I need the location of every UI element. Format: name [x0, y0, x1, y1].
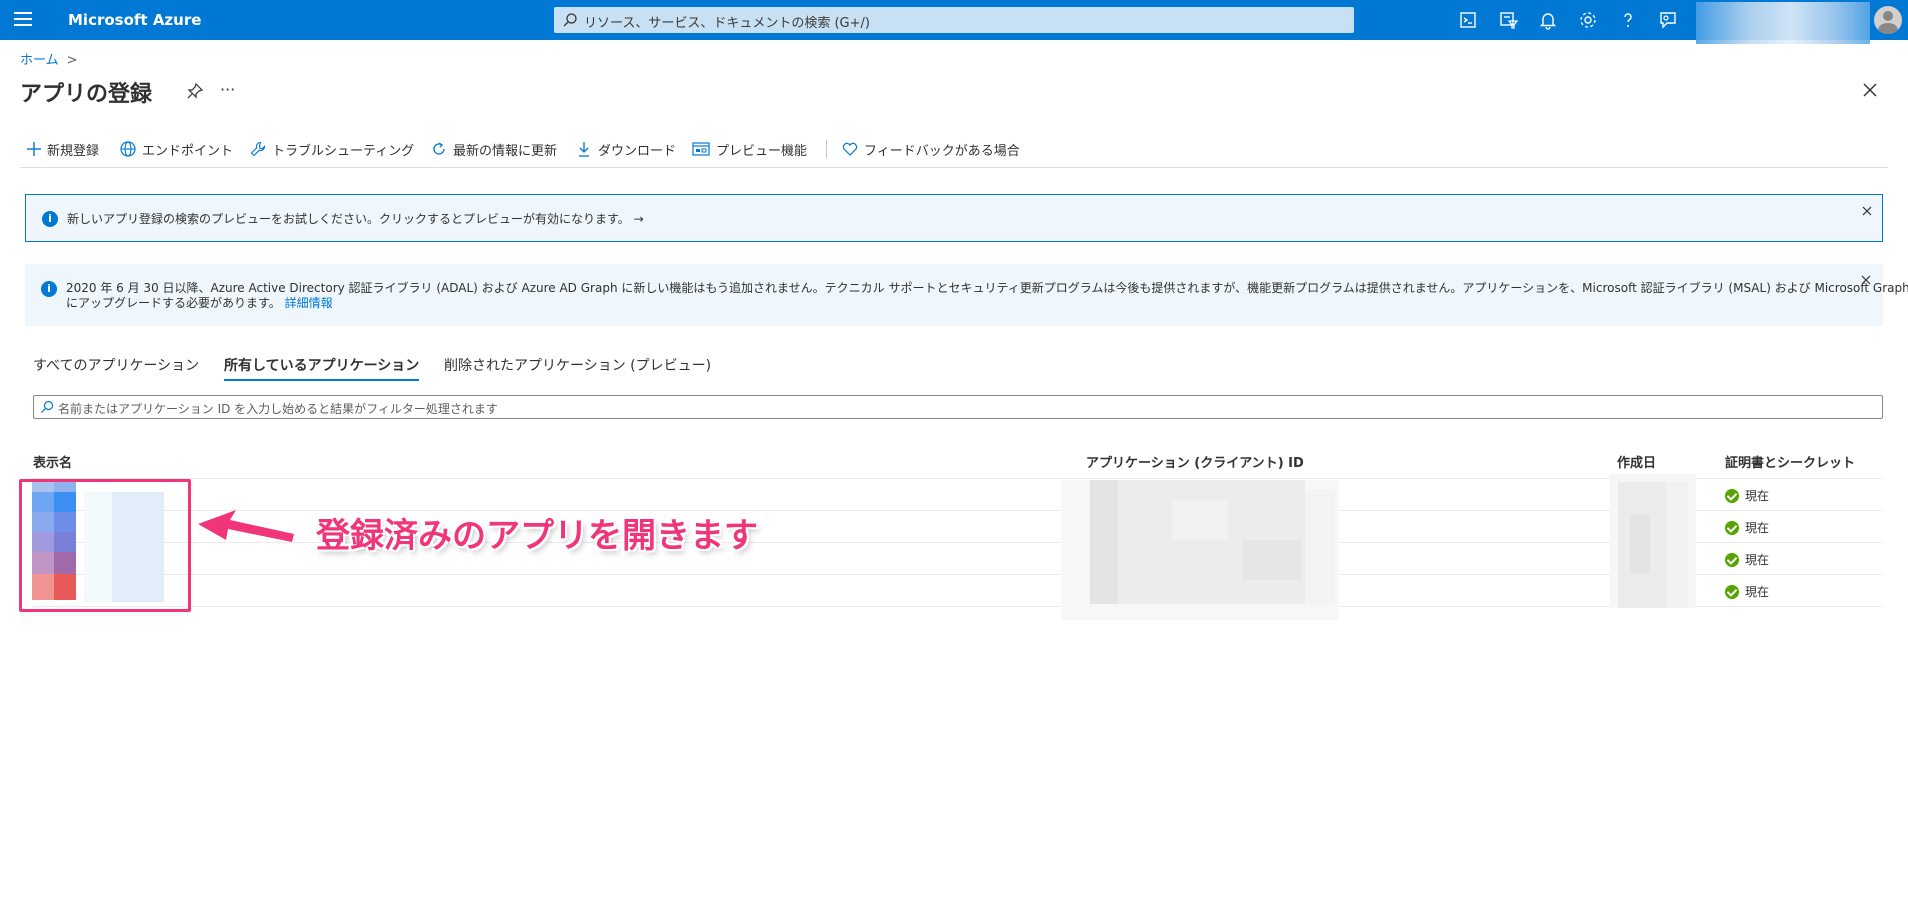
- endpoints-button[interactable]: エンドポイント: [120, 138, 233, 160]
- check-circle-icon: [1725, 520, 1739, 535]
- add-icon: [27, 142, 41, 156]
- cert-status[interactable]: 現在: [1745, 487, 1769, 504]
- top-bar: Microsoft Azure リソース、サービス、ドキュメントの検索 (G+/…: [0, 0, 1908, 44]
- header-divider: [33, 478, 1883, 479]
- toolbar-divider: [826, 140, 827, 158]
- column-header-display-name[interactable]: 表示名: [33, 452, 72, 471]
- help-icon[interactable]: [1616, 8, 1640, 32]
- globe-icon: [120, 141, 136, 157]
- column-header-created[interactable]: 作成日: [1617, 452, 1656, 471]
- info-icon: i: [42, 211, 58, 227]
- feedback-icon[interactable]: [1656, 8, 1680, 32]
- breadcrumb: ホーム >: [20, 49, 78, 68]
- refresh-label: 最新の情報に更新: [453, 143, 558, 159]
- column-header-certificates[interactable]: 証明書とシークレット: [1725, 452, 1855, 471]
- search-icon: [41, 400, 54, 413]
- tab-owned-applications[interactable]: 所有しているアプリケーション: [224, 355, 419, 375]
- dismiss-banner-icon[interactable]: [1861, 205, 1873, 217]
- active-tab-indicator: [224, 379, 419, 381]
- search-icon: [563, 13, 577, 27]
- close-icon[interactable]: [1862, 82, 1878, 98]
- settings-icon[interactable]: [1576, 8, 1600, 32]
- download-label: ダウンロード: [598, 143, 677, 159]
- row-divider: [33, 542, 1883, 543]
- avatar[interactable]: [1874, 6, 1902, 34]
- download-icon: [579, 142, 589, 157]
- command-bar: 新規登録 エンドポイント トラブルシューティング 最新の情報に更新 ダウンロード…: [20, 138, 1890, 160]
- cert-status-cell: 現在: [1725, 487, 1769, 504]
- cert-status-cell: 現在: [1725, 551, 1769, 568]
- preview-features-label: プレビュー機能: [716, 143, 808, 159]
- cloud-shell-icon[interactable]: [1456, 8, 1480, 32]
- feedback-label: フィードバックがある場合: [864, 143, 1020, 159]
- troubleshooting-button[interactable]: トラブルシューティング: [250, 138, 414, 160]
- notifications-icon[interactable]: [1536, 8, 1560, 32]
- adal-banner-line2-text: にアップグレードする必要があります。: [66, 296, 281, 310]
- breadcrumb-separator: >: [66, 53, 78, 68]
- preview-icon: [692, 142, 710, 156]
- wrench-icon: [250, 141, 266, 157]
- refresh-icon: [433, 142, 445, 155]
- info-icon: i: [41, 281, 57, 297]
- adal-banner-line1: 2020 年 6 月 30 日以降、Azure Active Directory…: [66, 281, 1908, 295]
- preview-search-banner[interactable]: i 新しいアプリ登録の検索のプレビューをお試しください。クリックするとプレビュー…: [25, 194, 1883, 242]
- new-registration-label: 新規登録: [47, 143, 100, 159]
- client-ids-redacted: [1062, 480, 1338, 620]
- cert-status[interactable]: 現在: [1745, 551, 1769, 568]
- tab-deleted-applications[interactable]: 削除されたアプリケーション (プレビュー): [444, 355, 711, 375]
- heart-icon: [842, 142, 858, 156]
- check-circle-icon: [1725, 552, 1739, 567]
- preview-features-button[interactable]: プレビュー機能: [692, 138, 807, 160]
- pin-icon[interactable]: [186, 82, 204, 100]
- created-dates-redacted: [1610, 474, 1696, 608]
- download-button[interactable]: ダウンロード: [576, 138, 676, 160]
- filter-placeholder: 名前またはアプリケーション ID を入力し始めると結果がフィルター処理されます: [58, 402, 498, 416]
- cert-status[interactable]: 現在: [1745, 583, 1769, 600]
- annotation-arrow-icon: [198, 510, 294, 542]
- cert-status-cell: 現在: [1725, 583, 1769, 600]
- cert-status[interactable]: 現在: [1745, 519, 1769, 536]
- endpoints-label: エンドポイント: [142, 143, 234, 159]
- preview-banner-text: 新しいアプリ登録の検索のプレビューをお試しください。クリックするとプレビューが有…: [67, 212, 644, 226]
- filter-input[interactable]: 名前またはアプリケーション ID を入力し始めると結果がフィルター処理されます: [33, 395, 1883, 419]
- breadcrumb-home-link[interactable]: ホーム: [20, 53, 59, 68]
- directory-filter-icon[interactable]: [1496, 8, 1520, 32]
- search-placeholder: リソース、サービス、ドキュメントの検索 (G+/): [584, 16, 870, 31]
- annotation-text: 登録済みのアプリを開きます: [316, 516, 758, 556]
- brand-logo[interactable]: Microsoft Azure: [68, 11, 201, 29]
- row-divider: [33, 606, 1883, 607]
- check-circle-icon: [1725, 488, 1739, 503]
- global-search-input[interactable]: リソース、サービス、ドキュメントの検索 (G+/): [554, 7, 1354, 33]
- tab-all-applications[interactable]: すべてのアプリケーション: [33, 355, 199, 375]
- more-options-icon[interactable]: ···: [220, 80, 235, 99]
- cert-status-cell: 現在: [1725, 519, 1769, 536]
- page-title: アプリの登録: [20, 82, 153, 107]
- hamburger-menu-icon[interactable]: [14, 12, 32, 28]
- toolbar-separator: [20, 167, 1888, 168]
- row-divider: [33, 510, 1883, 511]
- refresh-button[interactable]: 最新の情報に更新: [431, 138, 557, 160]
- troubleshooting-label: トラブルシューティング: [272, 143, 415, 159]
- learn-more-link[interactable]: 詳細情報: [285, 296, 333, 310]
- check-circle-icon: [1725, 584, 1739, 599]
- row-divider: [33, 574, 1883, 575]
- new-registration-button[interactable]: 新規登録: [27, 138, 99, 160]
- dismiss-banner-icon[interactable]: [1860, 274, 1872, 286]
- account-info-redacted[interactable]: [1696, 2, 1870, 44]
- adal-banner-line2: にアップグレードする必要があります。 詳細情報: [66, 296, 333, 311]
- annotation-highlight-box: [19, 479, 191, 612]
- feedback-button[interactable]: フィードバックがある場合: [842, 138, 1020, 160]
- column-header-app-id[interactable]: アプリケーション (クライアント) ID: [1086, 452, 1304, 471]
- adal-deprecation-banner: i 2020 年 6 月 30 日以降、Azure Active Directo…: [25, 264, 1908, 326]
